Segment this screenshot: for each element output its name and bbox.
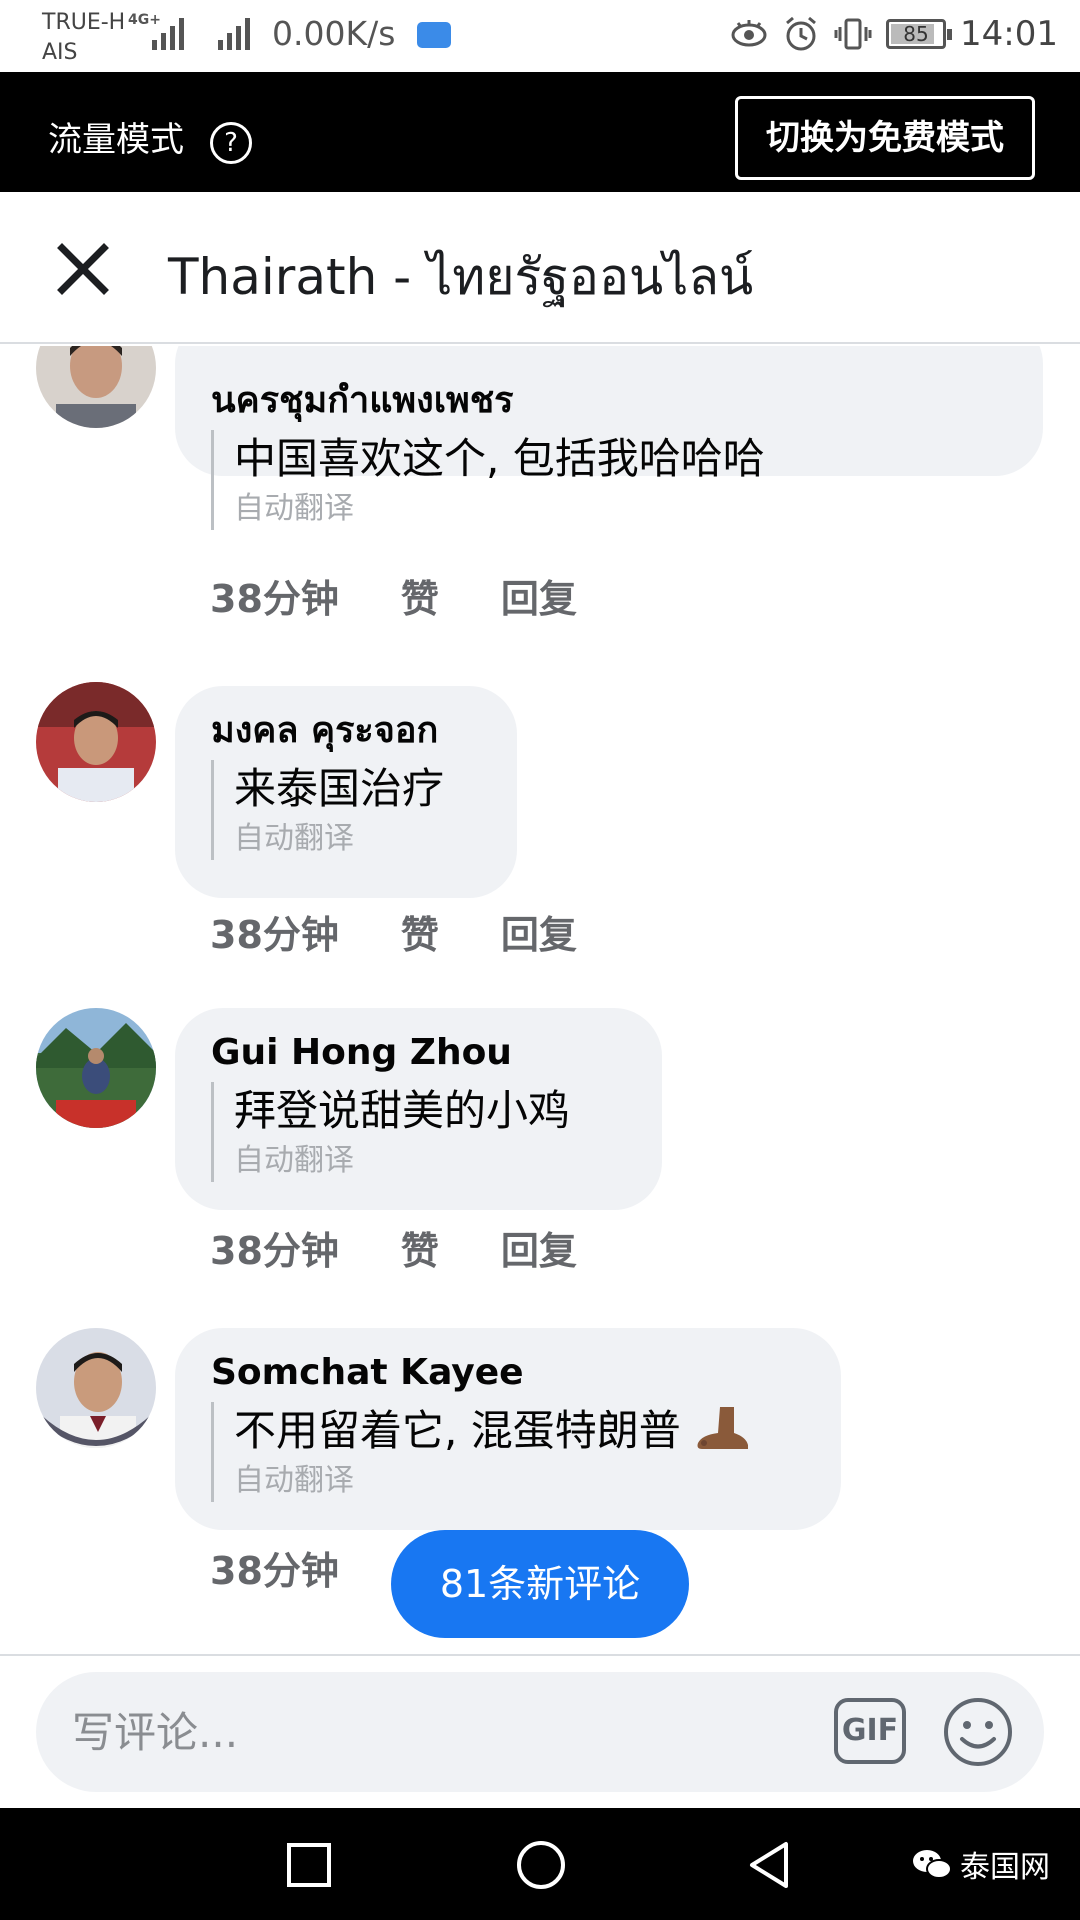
comment-time: 38分钟 — [210, 577, 339, 621]
comment-author[interactable]: นครชุมกำแพงเพชร — [211, 378, 1007, 424]
status-bar: TRUE-H AIS 4G+ 0.00K/s 85 14:01 — [0, 0, 1080, 72]
comment-bubble: Gui Hong Zhou 拜登说甜美的小鸡 自动翻译 — [175, 1008, 662, 1210]
avatar[interactable] — [36, 682, 156, 802]
data-mode-label: 流量模式 — [48, 120, 184, 160]
reply-button[interactable]: 回复 — [501, 568, 577, 623]
switch-free-mode-button[interactable]: 切换为免费模式 — [735, 96, 1035, 180]
reply-button[interactable]: 回复 — [501, 904, 577, 959]
translation-block: 来泰国治疗 自动翻译 — [211, 760, 481, 860]
translation-block: 中国喜欢这个, 包括我哈哈哈 自动翻译 — [211, 430, 1007, 530]
translation-block: 不用留着它, 混蛋特朗普 自动翻译 — [211, 1402, 805, 1502]
close-icon[interactable] — [56, 242, 110, 296]
auto-translate-label[interactable]: 自动翻译 — [234, 1140, 626, 1182]
comment-time: 38分钟 — [210, 1549, 339, 1593]
comment-text-body: 不用留着它, 混蛋特朗普 — [234, 1406, 681, 1455]
carrier-labels: TRUE-H AIS — [42, 8, 125, 68]
auto-translate-label[interactable]: 自动翻译 — [234, 1460, 805, 1502]
comment-actions: 38分钟 赞 回复 — [210, 904, 577, 959]
vibrate-icon — [834, 18, 872, 50]
system-navigation-bar: 泰国网 — [0, 1808, 1080, 1920]
reply-button[interactable]: 回复 — [501, 1220, 577, 1275]
comment-time: 38分钟 — [210, 1229, 339, 1273]
auto-translate-label[interactable]: 自动翻译 — [234, 488, 1007, 530]
wechat-icon — [913, 1850, 952, 1879]
comment-text: 拜登说甜美的小鸡 — [234, 1086, 571, 1135]
eye-comfort-icon — [731, 20, 767, 47]
comment-bubble: นครชุมกำแพงเพชร 中国喜欢这个, 包括我哈哈哈 自动翻译 — [175, 346, 1043, 530]
comment-actions: 38分钟 赞 回复 — [210, 568, 577, 623]
gif-button[interactable]: GIF — [834, 1698, 906, 1764]
avatar[interactable] — [36, 346, 156, 428]
comment-author[interactable]: Somchat Kayee — [211, 1350, 805, 1396]
comment-text: 中国喜欢这个, 包括我哈哈哈 — [234, 434, 765, 483]
comment-input[interactable] — [72, 1700, 832, 1764]
page-title: Thairath - ไทยรัฐออนไลน์ — [168, 248, 754, 306]
system-icons: 85 14:01 — [730, 14, 1058, 54]
avatar[interactable] — [36, 1328, 156, 1448]
foot-emoji-icon — [697, 1407, 749, 1449]
like-button[interactable]: 赞 — [401, 1220, 439, 1275]
like-button[interactable]: 赞 — [401, 568, 439, 623]
comment-author[interactable]: Gui Hong Zhou — [211, 1030, 626, 1076]
comment-actions: 38分钟 赞 回复 — [210, 1220, 577, 1275]
back-icon[interactable] — [744, 1838, 798, 1892]
auto-translate-label[interactable]: 自动翻译 — [234, 818, 481, 860]
avatar[interactable] — [36, 1008, 156, 1128]
watermark: 泰国网 — [912, 1842, 1050, 1886]
help-icon[interactable]: ? — [210, 122, 252, 164]
comment-time: 38分钟 — [210, 913, 339, 957]
battery-icon: 85 — [886, 19, 952, 49]
signal-strength-icon — [152, 16, 184, 50]
comment-text: 不用留着它, 混蛋特朗普 — [234, 1402, 805, 1460]
emoji-icon[interactable] — [942, 1696, 1014, 1768]
message-notification-icon — [417, 22, 451, 48]
comment-bubble: มงคล คุระจอก 来泰国治疗 自动翻译 — [175, 686, 517, 898]
new-comments-button[interactable]: 81条新评论 — [391, 1530, 689, 1638]
comment-bubble: Somchat Kayee 不用留着它, 混蛋特朗普 自动翻译 — [175, 1328, 841, 1530]
carrier-1: TRUE-H — [42, 10, 126, 35]
battery-level: 85 — [903, 22, 929, 46]
composer-field[interactable]: GIF — [36, 1672, 1044, 1792]
signal-strength-icon-2 — [218, 16, 250, 50]
clock: 14:01 — [960, 14, 1058, 54]
comment-actions: 38分钟 — [210, 1540, 339, 1595]
comments-header: Thairath - ไทยรัฐออนไลน์ — [0, 192, 1080, 344]
comment-author[interactable]: มงคล คุระจอก — [211, 708, 481, 754]
network-speed: 0.00K/s — [272, 14, 396, 53]
watermark-text: 泰国网 — [960, 1850, 1050, 1885]
alarm-icon — [786, 16, 816, 51]
carrier-2: AIS — [42, 40, 78, 65]
home-icon[interactable] — [514, 1838, 568, 1892]
translation-block: 拜登说甜美的小鸡 自动翻译 — [211, 1082, 626, 1182]
like-button[interactable]: 赞 — [401, 904, 439, 959]
comment-composer: GIF — [0, 1654, 1080, 1808]
comment-list[interactable]: นครชุมกำแพงเพชร 中国喜欢这个, 包括我哈哈哈 自动翻译 38分钟… — [0, 346, 1080, 1654]
recent-apps-icon[interactable] — [282, 1838, 336, 1892]
comment-text: 来泰国治疗 — [234, 764, 445, 813]
